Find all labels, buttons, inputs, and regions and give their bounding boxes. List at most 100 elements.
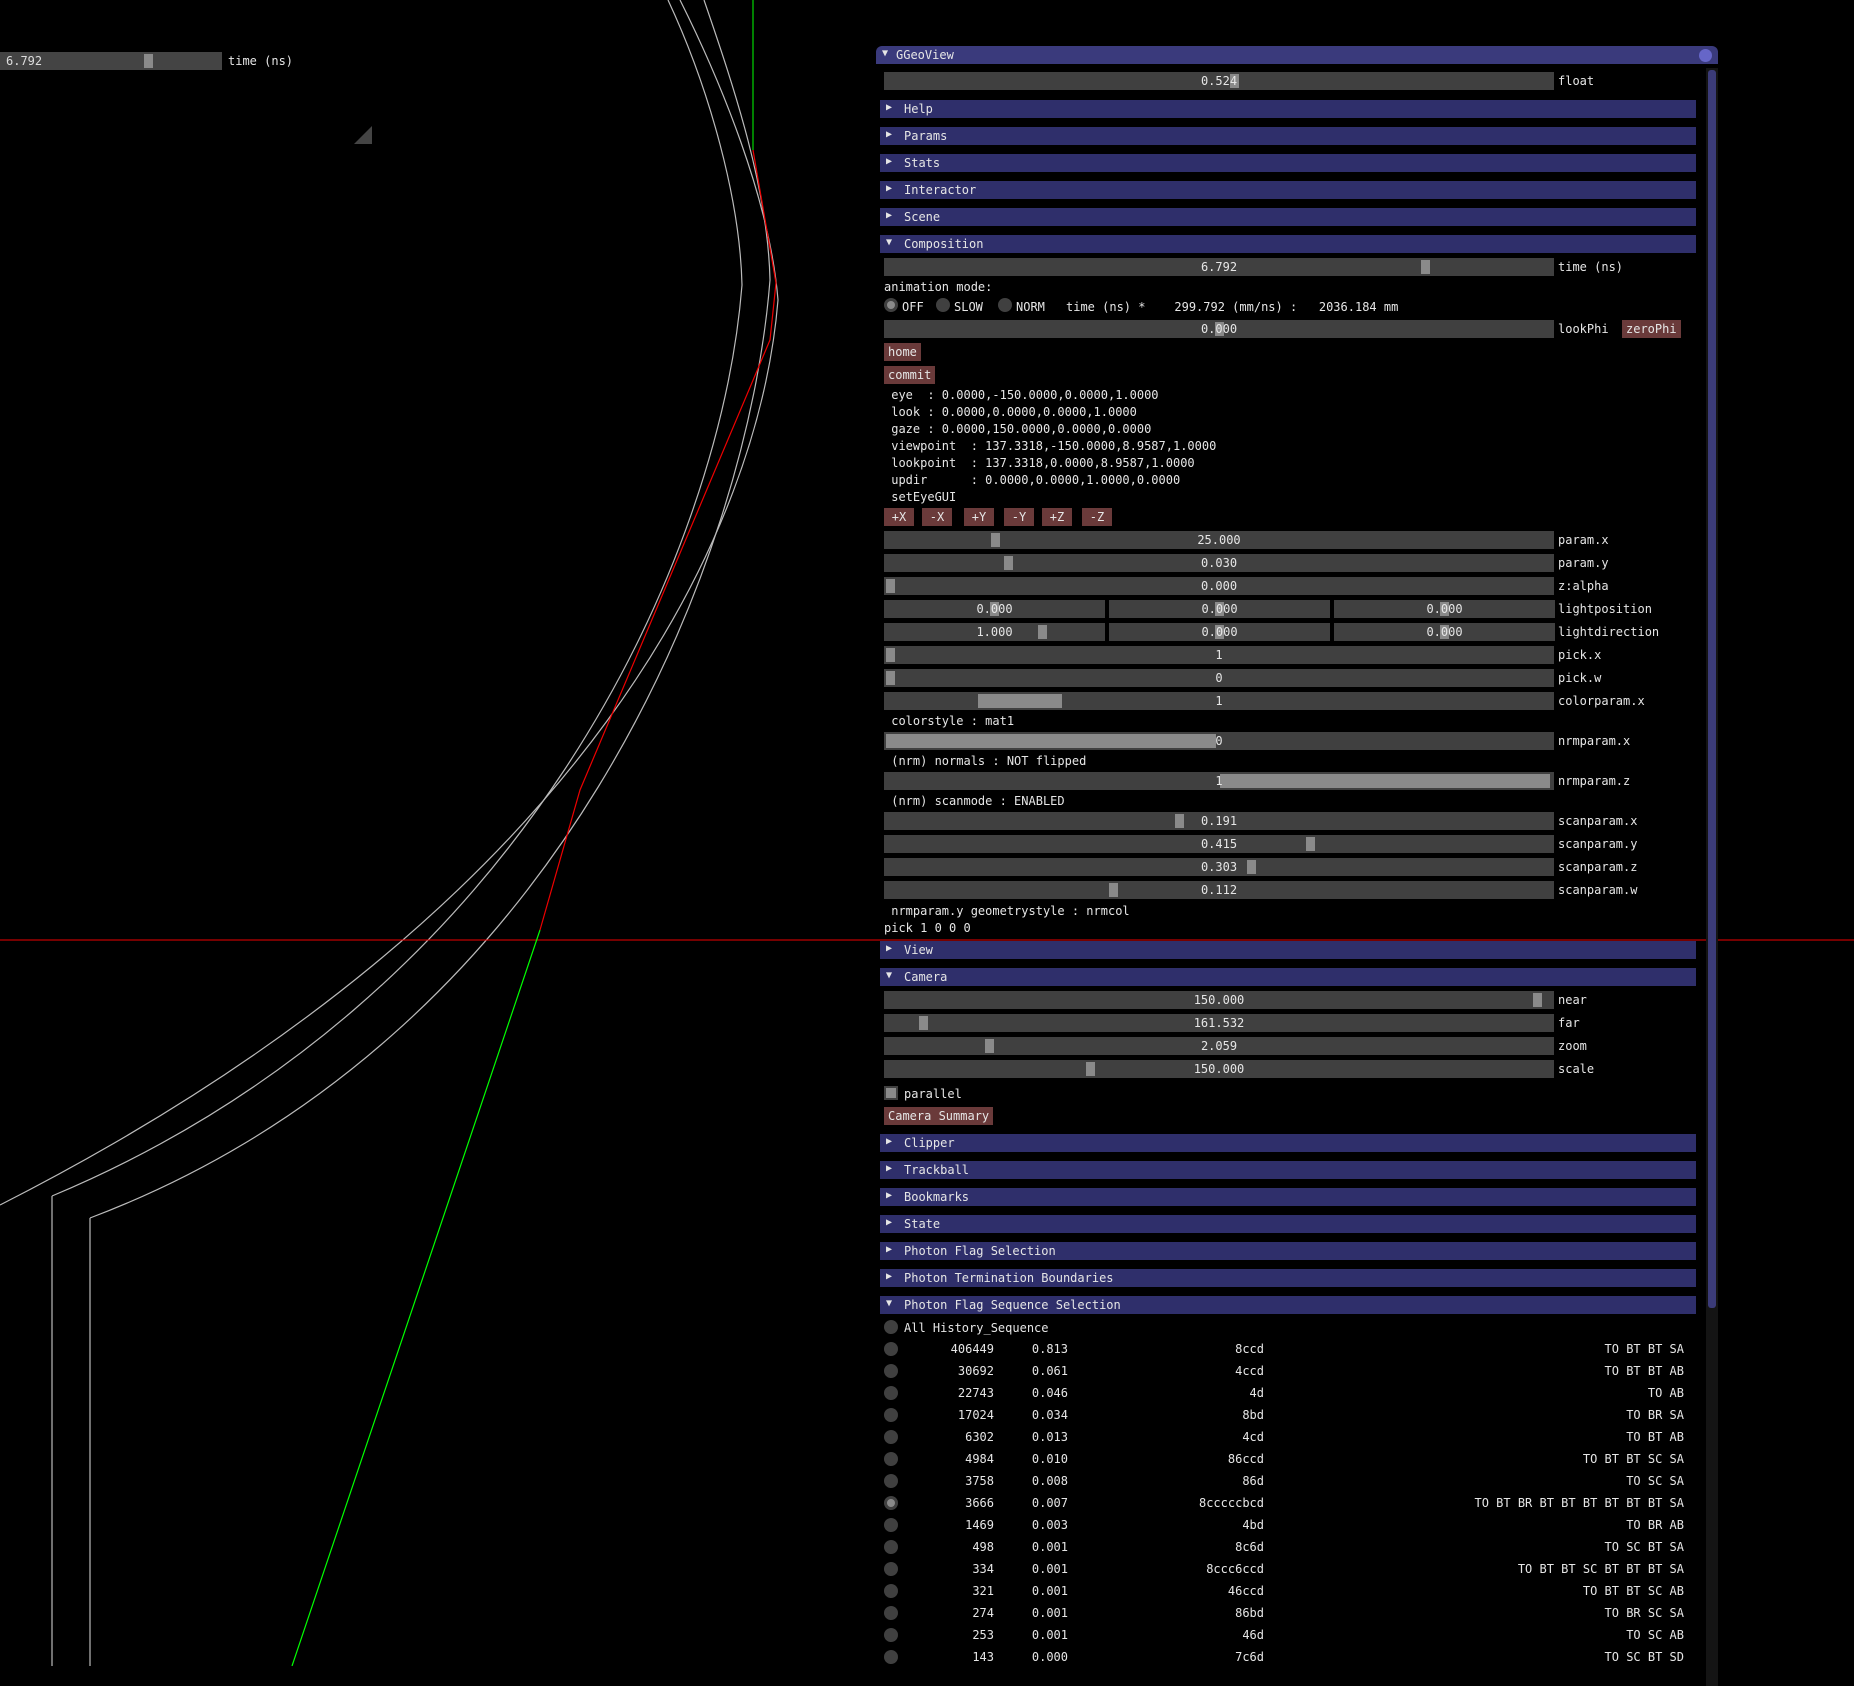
- close-icon[interactable]: [1699, 49, 1712, 62]
- colorparam-x-slider[interactable]: 1: [884, 692, 1554, 710]
- mode-label-norm: NORM: [1016, 300, 1045, 314]
- camera-near-slider[interactable]: 150.000: [884, 991, 1554, 1009]
- section-help[interactable]: ▶ Help: [880, 100, 1696, 118]
- section-stats[interactable]: ▶ Stats: [880, 154, 1696, 172]
- eye-button-plusminus-z[interactable]: +Z: [1042, 508, 1072, 526]
- camera-scale-slider[interactable]: 150.000: [884, 1060, 1554, 1078]
- window-titlebar[interactable]: ▼ GGeoView: [876, 46, 1718, 64]
- sequence-hex: 46ccd: [1227, 1584, 1264, 1598]
- eye-button-plusminus-y[interactable]: +Y: [964, 508, 994, 526]
- section-photon-1[interactable]: ▶ Photon Termination Boundaries: [880, 1269, 1696, 1287]
- sequence-radio[interactable]: [884, 1562, 898, 1576]
- collapsed-arrow-icon: ▶: [886, 1217, 893, 1228]
- pick-w-slider[interactable]: 0: [884, 669, 1554, 687]
- scanparam-slider-0-value: 0.191: [1200, 814, 1238, 828]
- section-interactor[interactable]: ▶ Interactor: [880, 181, 1696, 199]
- sequence-radio[interactable]: [884, 1386, 898, 1400]
- sequence-radio[interactable]: [884, 1650, 898, 1664]
- sequence-radio[interactable]: [884, 1408, 898, 1422]
- section-photon-1-label: Photon Termination Boundaries: [904, 1271, 1114, 1285]
- mode-radio-norm[interactable]: [998, 298, 1012, 312]
- sequence-history: TO BT AB: [1626, 1430, 1684, 1444]
- sequence-radio[interactable]: [884, 1364, 898, 1378]
- section-trackball[interactable]: ▶ Trackball: [880, 1161, 1696, 1179]
- lightposition-slider-0[interactable]: 0.000: [884, 600, 1105, 618]
- section-view[interactable]: ▶ View: [880, 941, 1696, 959]
- sequence-radio[interactable]: [884, 1452, 898, 1466]
- pick-x-slider[interactable]: 1: [884, 646, 1554, 664]
- mode-radio-off[interactable]: [884, 298, 898, 312]
- param-slider-2[interactable]: 0.000: [884, 577, 1554, 595]
- section-scene[interactable]: ▶ Scene: [880, 208, 1696, 226]
- lookphi-slider[interactable]: 0.000: [884, 320, 1554, 338]
- commit-button[interactable]: commit: [884, 366, 936, 384]
- sequence-row: 22743 0.046 4d TO AB: [884, 1383, 1704, 1403]
- nrmparam-z-slider[interactable]: 1: [884, 772, 1554, 790]
- sequence-fraction: 0.013: [1031, 1430, 1068, 1444]
- slider-grab[interactable]: [144, 54, 153, 68]
- zerophi-button[interactable]: zeroPhi: [1622, 320, 1681, 338]
- lightposition-slider-1[interactable]: 0.000: [1109, 600, 1330, 618]
- param-slider-1[interactable]: 0.030: [884, 554, 1554, 572]
- sequence-radio[interactable]: [884, 1518, 898, 1532]
- scanparam-slider-3[interactable]: 0.112: [884, 881, 1554, 899]
- lightposition-slider-2[interactable]: 0.000: [1334, 600, 1555, 618]
- scanparam-slider-0[interactable]: 0.191: [884, 812, 1554, 830]
- section-clipper[interactable]: ▶ Clipper: [880, 1134, 1696, 1152]
- overlay-time-slider[interactable]: 6.792: [0, 52, 222, 70]
- lightdirection-slider-1[interactable]: 0.000: [1109, 623, 1330, 641]
- eye-button-minus-y[interactable]: -Y: [1004, 508, 1034, 526]
- eye-button-plusminus-x[interactable]: +X: [884, 508, 914, 526]
- overlay-time-label: time (ns): [228, 54, 294, 68]
- sequence-count: 253: [972, 1628, 994, 1642]
- sequence-radio[interactable]: [884, 1606, 898, 1620]
- sequence-radio[interactable]: [884, 1628, 898, 1642]
- expanded-arrow-icon: ▼: [886, 970, 893, 981]
- sequence-radio[interactable]: [884, 1474, 898, 1488]
- parallel-checkbox[interactable]: [884, 1086, 898, 1100]
- mode-radio-slow[interactable]: [936, 298, 950, 312]
- section-composition[interactable]: ▼ Composition: [880, 235, 1696, 253]
- camera-summary-button[interactable]: Camera Summary: [884, 1107, 994, 1125]
- lightdirection-slider-2[interactable]: 0.000: [1334, 623, 1555, 641]
- section-state[interactable]: ▶ State: [880, 1215, 1696, 1233]
- nrmparam-x-slider[interactable]: 0: [884, 732, 1554, 750]
- camera-far-slider[interactable]: 161.532: [884, 1014, 1554, 1032]
- eye-info-line: updir : 0.0000,0.0000,1.0000,0.0000: [884, 473, 1181, 487]
- param-slider-0[interactable]: 25.000: [884, 531, 1554, 549]
- sequence-count: 4984: [965, 1452, 994, 1466]
- sequence-row: 334 0.001 8ccc6ccd TO BT BT SC BT BT BT SA: [884, 1559, 1704, 1579]
- section-photon-0[interactable]: ▶ Photon Flag Selection: [880, 1242, 1696, 1260]
- section-params[interactable]: ▶ Params: [880, 127, 1696, 145]
- lightdirection-slider-0[interactable]: 1.000: [884, 623, 1105, 641]
- sequence-radio[interactable]: [884, 1584, 898, 1598]
- scrollbar-thumb[interactable]: [1708, 70, 1716, 1308]
- scanparam-slider-2[interactable]: 0.303: [884, 858, 1554, 876]
- section-photon-flag-sequence-label: Photon Flag Sequence Selection: [904, 1298, 1121, 1312]
- eye-button-minus-x[interactable]: -X: [922, 508, 952, 526]
- window-scrollbar[interactable]: [1706, 68, 1718, 1686]
- sequence-radio[interactable]: [884, 1540, 898, 1554]
- nrmparam-x-label: nrmparam.x: [1558, 734, 1631, 748]
- sequence-radio[interactable]: [884, 1430, 898, 1444]
- section-bookmarks[interactable]: ▶ Bookmarks: [880, 1188, 1696, 1206]
- geometry-outline-middle: [51, 0, 743, 1197]
- resize-grip-icon[interactable]: [354, 126, 372, 144]
- section-photon-0-label: Photon Flag Selection: [904, 1244, 1056, 1258]
- sequence-radio-all[interactable]: [884, 1320, 898, 1334]
- time-slider[interactable]: 6.792: [884, 258, 1554, 276]
- eye-button-minus-z[interactable]: -Z: [1082, 508, 1112, 526]
- camera-zoom-slider[interactable]: 2.059: [884, 1037, 1554, 1055]
- home-button[interactable]: home: [884, 343, 921, 361]
- collapse-arrow-icon[interactable]: ▼: [882, 48, 888, 59]
- section-photon-flag-sequence[interactable]: ▼ Photon Flag Sequence Selection: [880, 1296, 1696, 1314]
- sequence-hex: 8ccd: [1235, 1342, 1264, 1356]
- sequence-row: 321 0.001 46ccd TO BT BT SC AB: [884, 1581, 1704, 1601]
- sequence-radio[interactable]: [884, 1496, 898, 1510]
- sequence-history: TO BR SC SA: [1604, 1606, 1684, 1620]
- scanparam-slider-1[interactable]: 0.415: [884, 835, 1554, 853]
- section-trackball-label: Trackball: [904, 1163, 970, 1177]
- float-slider[interactable]: 0.524: [884, 72, 1554, 90]
- sequence-radio[interactable]: [884, 1342, 898, 1356]
- section-camera[interactable]: ▼ Camera: [880, 968, 1696, 986]
